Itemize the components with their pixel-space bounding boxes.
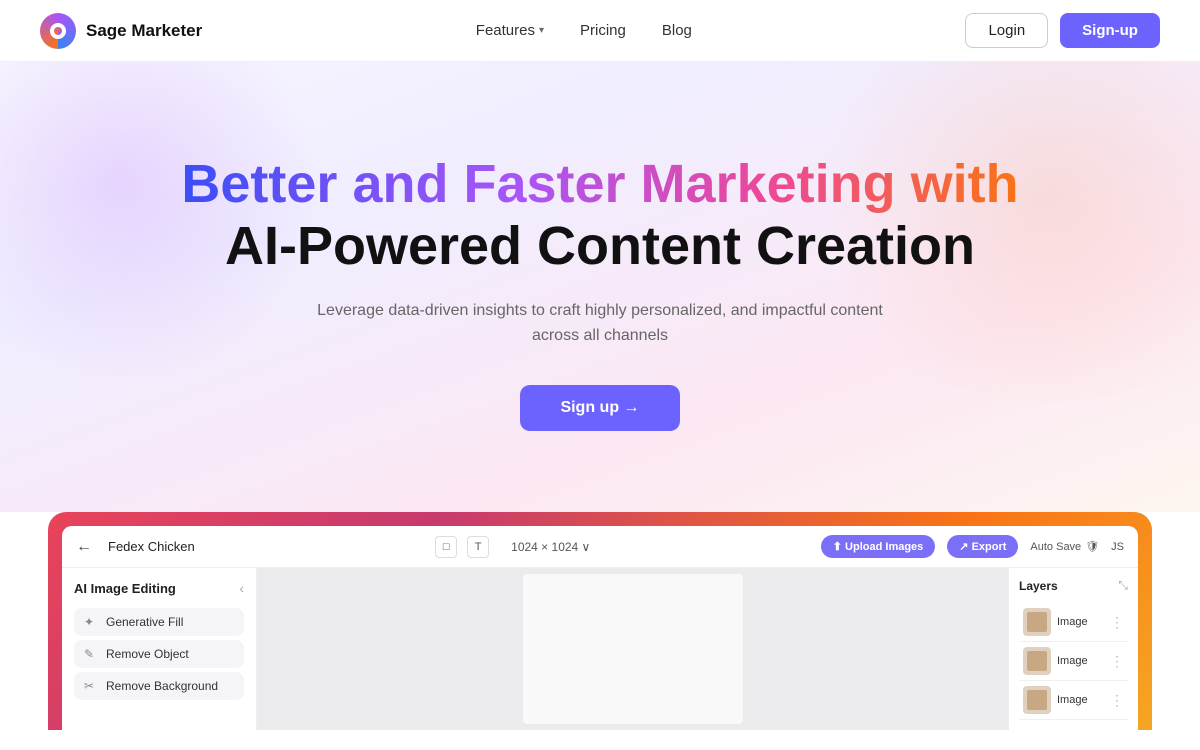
generative-fill-icon: ✦ (84, 615, 98, 629)
canvas-area[interactable] (257, 568, 1008, 730)
layer-item[interactable]: Image ⋮ (1019, 681, 1128, 720)
signup-button[interactable]: Sign-up (1060, 13, 1160, 48)
remove-background-icon: ✂ (84, 679, 98, 693)
sidebar-item-remove-object[interactable]: ✎ Remove Object (74, 640, 244, 668)
brand-name: Sage Marketer (86, 21, 202, 41)
layer-item[interactable]: Image ⋮ (1019, 642, 1128, 681)
toolbar-project-name: Fedex Chicken (108, 539, 195, 554)
toolbar-icons: □ T (435, 536, 489, 558)
remove-object-icon: ✎ (84, 647, 98, 661)
hero-subtitle: Leverage data-driven insights to craft h… (310, 298, 890, 349)
layers-panel: Layers ⤡ Image ⋮ Image ⋮ Image ⋮ (1008, 568, 1138, 730)
logo[interactable]: Sage Marketer (40, 13, 202, 49)
sidebar-title: AI Image Editing (74, 581, 176, 596)
app-window: ← Fedex Chicken □ T 1024 × 1024 ∨ ⬆ Uplo… (62, 526, 1138, 730)
layer-thumbnail (1023, 608, 1051, 636)
toolbar-back-icon[interactable]: ← (76, 538, 92, 556)
layers-header: Layers ⤡ (1019, 578, 1128, 593)
layers-collapse-icon[interactable]: ⤡ (1118, 578, 1128, 593)
layer-item[interactable]: Image ⋮ (1019, 603, 1128, 642)
js-indicator: JS (1111, 541, 1124, 553)
login-button[interactable]: Login (965, 13, 1048, 48)
nav-blog-link[interactable]: Blog (662, 22, 692, 39)
autosave-indicator: Auto Save 🛡 (1030, 540, 1099, 553)
hero-section: Better and Faster Marketing with AI-Powe… (0, 62, 1200, 512)
app-preview: ← Fedex Chicken □ T 1024 × 1024 ∨ ⬆ Uplo… (48, 512, 1152, 730)
nav-pricing-link[interactable]: Pricing (580, 22, 626, 39)
canvas-size-selector[interactable]: 1024 × 1024 ∨ (511, 540, 590, 554)
canvas-shape-icon[interactable]: □ (435, 536, 457, 558)
shield-icon: 🛡 (1085, 540, 1099, 553)
hero-title-line1: Better and Faster Marketing with (181, 153, 1018, 215)
ai-image-editing-sidebar: AI Image Editing ‹ ✦ Generative Fill ✎ R… (62, 568, 257, 730)
nav-actions: Login Sign-up (965, 13, 1160, 48)
text-tool-icon[interactable]: T (467, 536, 489, 558)
hero-title-line2: AI-Powered Content Creation (181, 215, 1018, 277)
sidebar-item-remove-background[interactable]: ✂ Remove Background (74, 672, 244, 700)
upload-images-button[interactable]: ⬆ Upload Images (821, 535, 936, 558)
export-button[interactable]: ↗ Export (947, 535, 1018, 558)
layers-title: Layers (1019, 579, 1058, 593)
layer-thumbnail (1023, 647, 1051, 675)
canvas-placeholder (523, 574, 743, 724)
app-body: AI Image Editing ‹ ✦ Generative Fill ✎ R… (62, 568, 1138, 730)
app-toolbar: ← Fedex Chicken □ T 1024 × 1024 ∨ ⬆ Uplo… (62, 526, 1138, 568)
layer-thumbnail (1023, 686, 1051, 714)
navbar: Sage Marketer Features ▾ Pricing Blog Lo… (0, 0, 1200, 62)
hero-cta-button[interactable]: Sign up → (520, 385, 679, 431)
nav-links: Features ▾ Pricing Blog (476, 22, 692, 39)
logo-icon (40, 13, 76, 49)
layer-options-icon[interactable]: ⋮ (1110, 692, 1124, 709)
sidebar-item-generative-fill[interactable]: ✦ Generative Fill (74, 608, 244, 636)
hero-title: Better and Faster Marketing with AI-Powe… (181, 153, 1018, 277)
layer-options-icon[interactable]: ⋮ (1110, 653, 1124, 670)
nav-features-link[interactable]: Features ▾ (476, 22, 544, 39)
sidebar-header: AI Image Editing ‹ (74, 580, 244, 596)
features-chevron-icon: ▾ (539, 25, 544, 36)
layer-options-icon[interactable]: ⋮ (1110, 614, 1124, 631)
sidebar-collapse-icon[interactable]: ‹ (239, 580, 244, 596)
